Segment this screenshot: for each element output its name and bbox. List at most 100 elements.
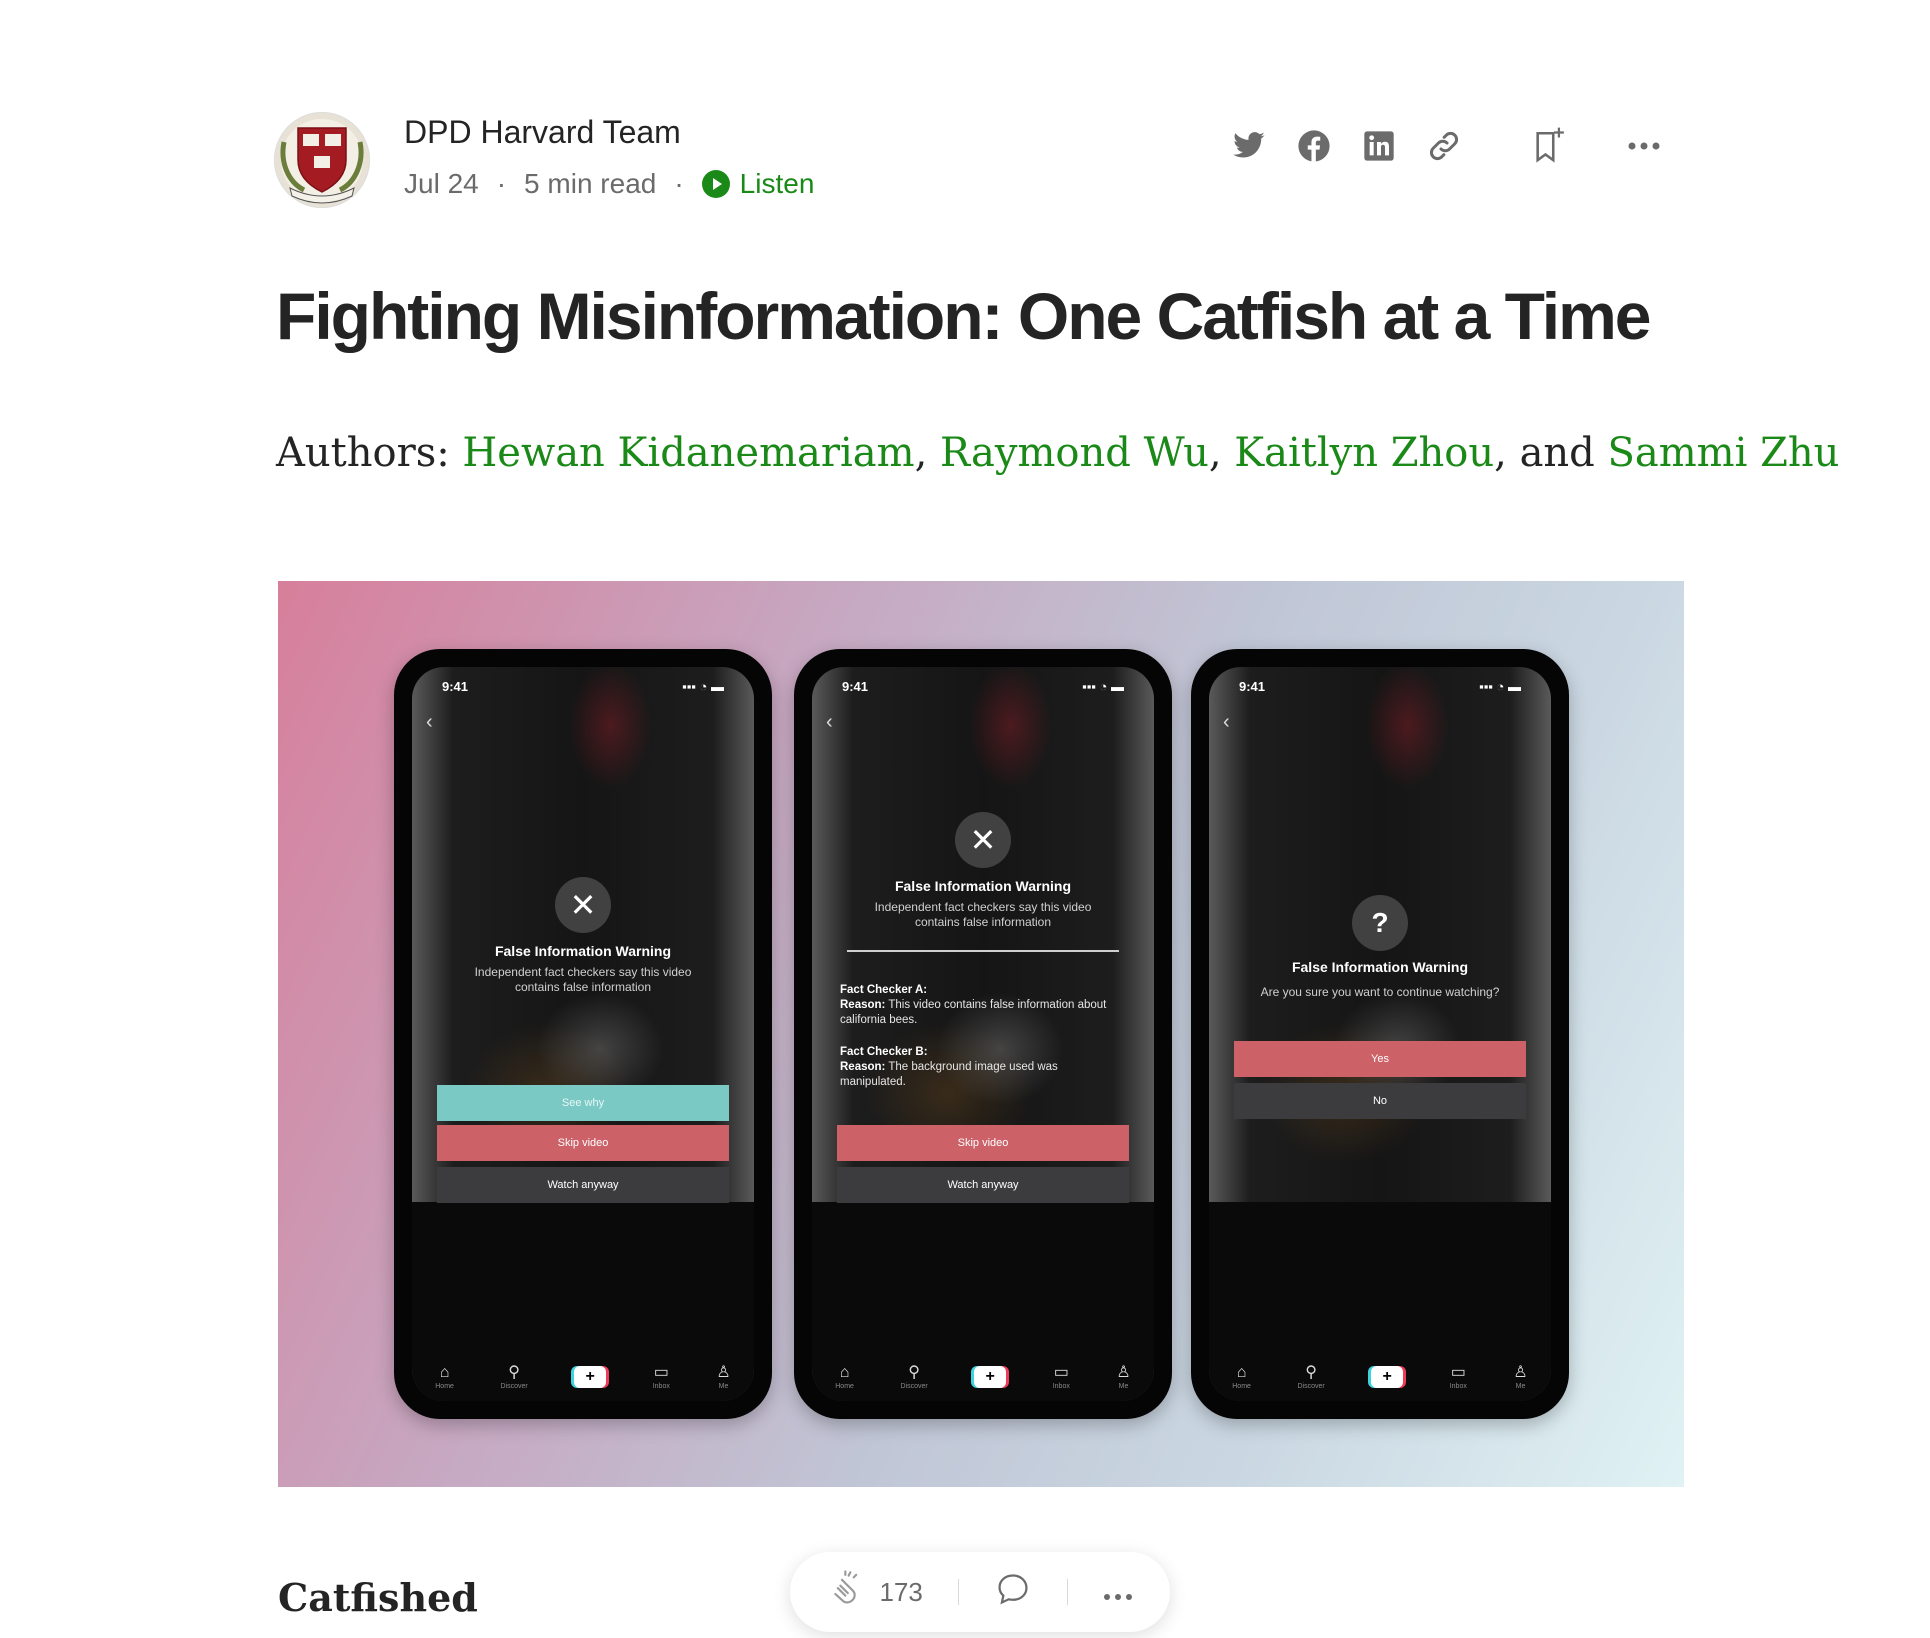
tab-create[interactable]: + [1371, 1366, 1404, 1388]
tab-bar: ⌂ Home ⚲ Discover + ▭ Inbox ♙ Me [1209, 1357, 1551, 1397]
status-bar: 9:41 ▪▪▪ ◔ ▬ [842, 679, 1124, 694]
tab-me[interactable]: ♙ Me [716, 1363, 731, 1390]
tab-me[interactable]: ♙ Me [1116, 1364, 1130, 1390]
status-time: 9:41 [842, 679, 869, 694]
tab-label: Me [1118, 1382, 1129, 1390]
tab-me[interactable]: ♙ Me [1513, 1363, 1528, 1390]
warning-subtitle: Independent fact checkers say this video… [842, 900, 1124, 930]
inbox-icon: ▭ [1450, 1363, 1466, 1381]
tab-bar: ⌂ Home ⚲ Discover + ▭ Inbox ♙ Me [412, 1357, 754, 1397]
close-icon: ✕ [555, 877, 611, 933]
author-name[interactable]: DPD Harvard Team [404, 114, 681, 151]
tab-label: Home [1232, 1382, 1251, 1390]
tab-label: Inbox [1449, 1382, 1467, 1390]
status-bar: 9:41 ▪▪▪ ◔ ▬ [442, 679, 724, 694]
watch-anyway-button[interactable]: Watch anyway [437, 1167, 729, 1203]
warning-title: False Information Warning [894, 878, 1072, 894]
authors-separator: , [1208, 430, 1235, 476]
author-link[interactable]: Sammi Zhu [1608, 430, 1840, 476]
back-chevron-icon[interactable]: ‹ [426, 711, 433, 734]
more-icon [1103, 1577, 1133, 1608]
fact-checker-b: Fact Checker B: Reason: The background i… [840, 1045, 1126, 1090]
harvard-shield-logo [280, 127, 364, 204]
more-icon[interactable] [1624, 126, 1664, 166]
author-link[interactable]: Hewan Kidanemariam [462, 430, 914, 476]
status-icons: ▪▪▪ ◔ ▬ [1479, 679, 1521, 694]
listen-button[interactable]: Listen [701, 168, 815, 200]
tab-label: Inbox [1052, 1382, 1070, 1390]
phone-screen: 9:41 ▪▪▪ ◔ ▬ ‹ ✕ False Information Warni… [412, 667, 754, 1401]
phone-mockup-1: 9:41 ▪▪▪ ◔ ▬ ‹ ✕ False Information Warni… [394, 649, 772, 1419]
see-why-button[interactable]: See why [437, 1085, 729, 1121]
no-button[interactable]: No [1234, 1083, 1526, 1119]
warning-title: False Information Warning [494, 943, 672, 959]
tab-create[interactable]: + [574, 1366, 607, 1388]
tab-label: Discover [500, 1382, 528, 1390]
tab-label: Discover [900, 1382, 928, 1390]
reason-label: Reason: [840, 999, 886, 1011]
facebook-icon[interactable] [1294, 126, 1334, 166]
linkedin-icon[interactable] [1359, 126, 1399, 166]
divider [847, 950, 1119, 952]
tab-home[interactable]: ⌂ Home [1232, 1364, 1251, 1390]
tab-inbox[interactable]: ▭ Inbox [1052, 1363, 1070, 1390]
phone-screen: 9:41 ▪▪▪ ◔ ▬ ‹ ? False Information Warni… [1209, 667, 1551, 1401]
plus-icon: + [574, 1366, 607, 1388]
floating-action-bar: 173 [790, 1552, 1170, 1632]
plus-icon: + [974, 1366, 1007, 1388]
tab-inbox[interactable]: ▭ Inbox [1449, 1363, 1467, 1390]
post-date: Jul 24 [404, 168, 479, 199]
more-button[interactable] [1103, 1577, 1133, 1608]
warning-subtitle: Are you sure you want to continue watchi… [1260, 985, 1500, 999]
warning-subtitle-line: Independent fact checkers say this video [474, 965, 692, 979]
inbox-icon: ▭ [1053, 1363, 1069, 1381]
profile-icon: ♙ [1513, 1363, 1528, 1381]
authors-prefix: Authors: [276, 430, 463, 476]
fact-checker-label: Fact Checker A: [840, 984, 928, 996]
tab-home[interactable]: ⌂ Home [835, 1364, 854, 1390]
twitter-icon[interactable] [1229, 126, 1269, 166]
clap-button[interactable]: 173 [827, 1569, 923, 1616]
link-icon[interactable] [1424, 126, 1464, 166]
warning-subtitle: Independent fact checkers say this video… [442, 965, 724, 995]
watch-anyway-button[interactable]: Watch anyway [837, 1167, 1129, 1203]
read-time: 5 min read [524, 168, 657, 199]
meta-separator: · [496, 168, 507, 199]
close-icon: ✕ [955, 812, 1011, 868]
yes-button[interactable]: Yes [1234, 1041, 1526, 1077]
author-link[interactable]: Kaitlyn Zhou [1234, 430, 1494, 476]
tab-create[interactable]: + [974, 1366, 1007, 1388]
warning-title: False Information Warning [1291, 959, 1469, 975]
author-avatar[interactable] [274, 112, 370, 208]
play-icon [701, 170, 730, 198]
fact-checker-a: Fact Checker A: Reason: This video conta… [840, 983, 1126, 1028]
warning-subtitle-line: contains false information [914, 915, 1052, 929]
back-chevron-icon[interactable]: ‹ [1223, 711, 1230, 734]
tab-discover[interactable]: ⚲ Discover [500, 1364, 528, 1390]
skip-video-button[interactable]: Skip video [437, 1125, 729, 1161]
listen-label: Listen [739, 168, 815, 199]
warning-subtitle-line: Independent fact checkers say this video [874, 900, 1092, 914]
author-link[interactable]: Raymond Wu [940, 430, 1209, 476]
tab-home[interactable]: ⌂ Home [435, 1364, 454, 1390]
inbox-icon: ▭ [653, 1363, 669, 1381]
question-icon: ? [1352, 895, 1408, 951]
tab-label: Discover [1297, 1382, 1325, 1390]
tab-label: Inbox [652, 1382, 670, 1390]
reason-label: Reason: [840, 1061, 886, 1073]
share-actions [1229, 126, 1664, 166]
bookmark-add-icon[interactable] [1529, 126, 1569, 166]
tab-discover[interactable]: ⚲ Discover [1297, 1364, 1325, 1390]
author-header: DPD Harvard Team Jul 24 · 5 min read · L… [274, 108, 1664, 208]
tab-bar: ⌂ Home ⚲ Discover + ▭ Inbox ♙ Me [812, 1357, 1154, 1397]
tab-inbox[interactable]: ▭ Inbox [652, 1363, 670, 1390]
status-time: 9:41 [1239, 679, 1266, 694]
section-heading: Catfished [278, 1575, 478, 1620]
profile-icon: ♙ [716, 1363, 731, 1381]
tab-discover[interactable]: ⚲ Discover [900, 1364, 928, 1390]
skip-video-button[interactable]: Skip video [837, 1125, 1129, 1161]
hero-image: 9:41 ▪▪▪ ◔ ▬ ‹ ✕ False Information Warni… [278, 581, 1684, 1487]
back-chevron-icon[interactable]: ‹ [826, 711, 833, 734]
article-title: Fighting Misinformation: One Catfish at … [276, 279, 1652, 353]
comment-button[interactable] [994, 1570, 1032, 1615]
